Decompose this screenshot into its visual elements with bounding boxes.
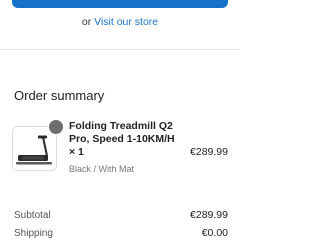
checkout-button[interactable] <box>12 0 228 8</box>
visit-store-link[interactable]: Visit our store <box>94 16 158 28</box>
subtotal-label: Subtotal <box>14 210 51 221</box>
shipping-value: €0.00 <box>201 227 228 239</box>
product-name: Folding Treadmill Q2 Pro, Speed 1-10KM/H… <box>69 120 175 158</box>
shipping-label: Shipping <box>14 228 53 239</box>
store-prompt-prefix: or <box>81 16 92 28</box>
product-variant: Black / With Mat <box>69 164 135 174</box>
section-divider <box>0 49 240 50</box>
treadmill-icon <box>16 135 52 165</box>
product-price: €289.99 <box>190 146 228 158</box>
subtotal-value: €289.99 <box>190 209 228 221</box>
quantity-badge <box>48 119 64 135</box>
visit-store-prompt: or Visit our store <box>0 16 240 28</box>
order-summary-title: Order summary <box>14 88 105 103</box>
